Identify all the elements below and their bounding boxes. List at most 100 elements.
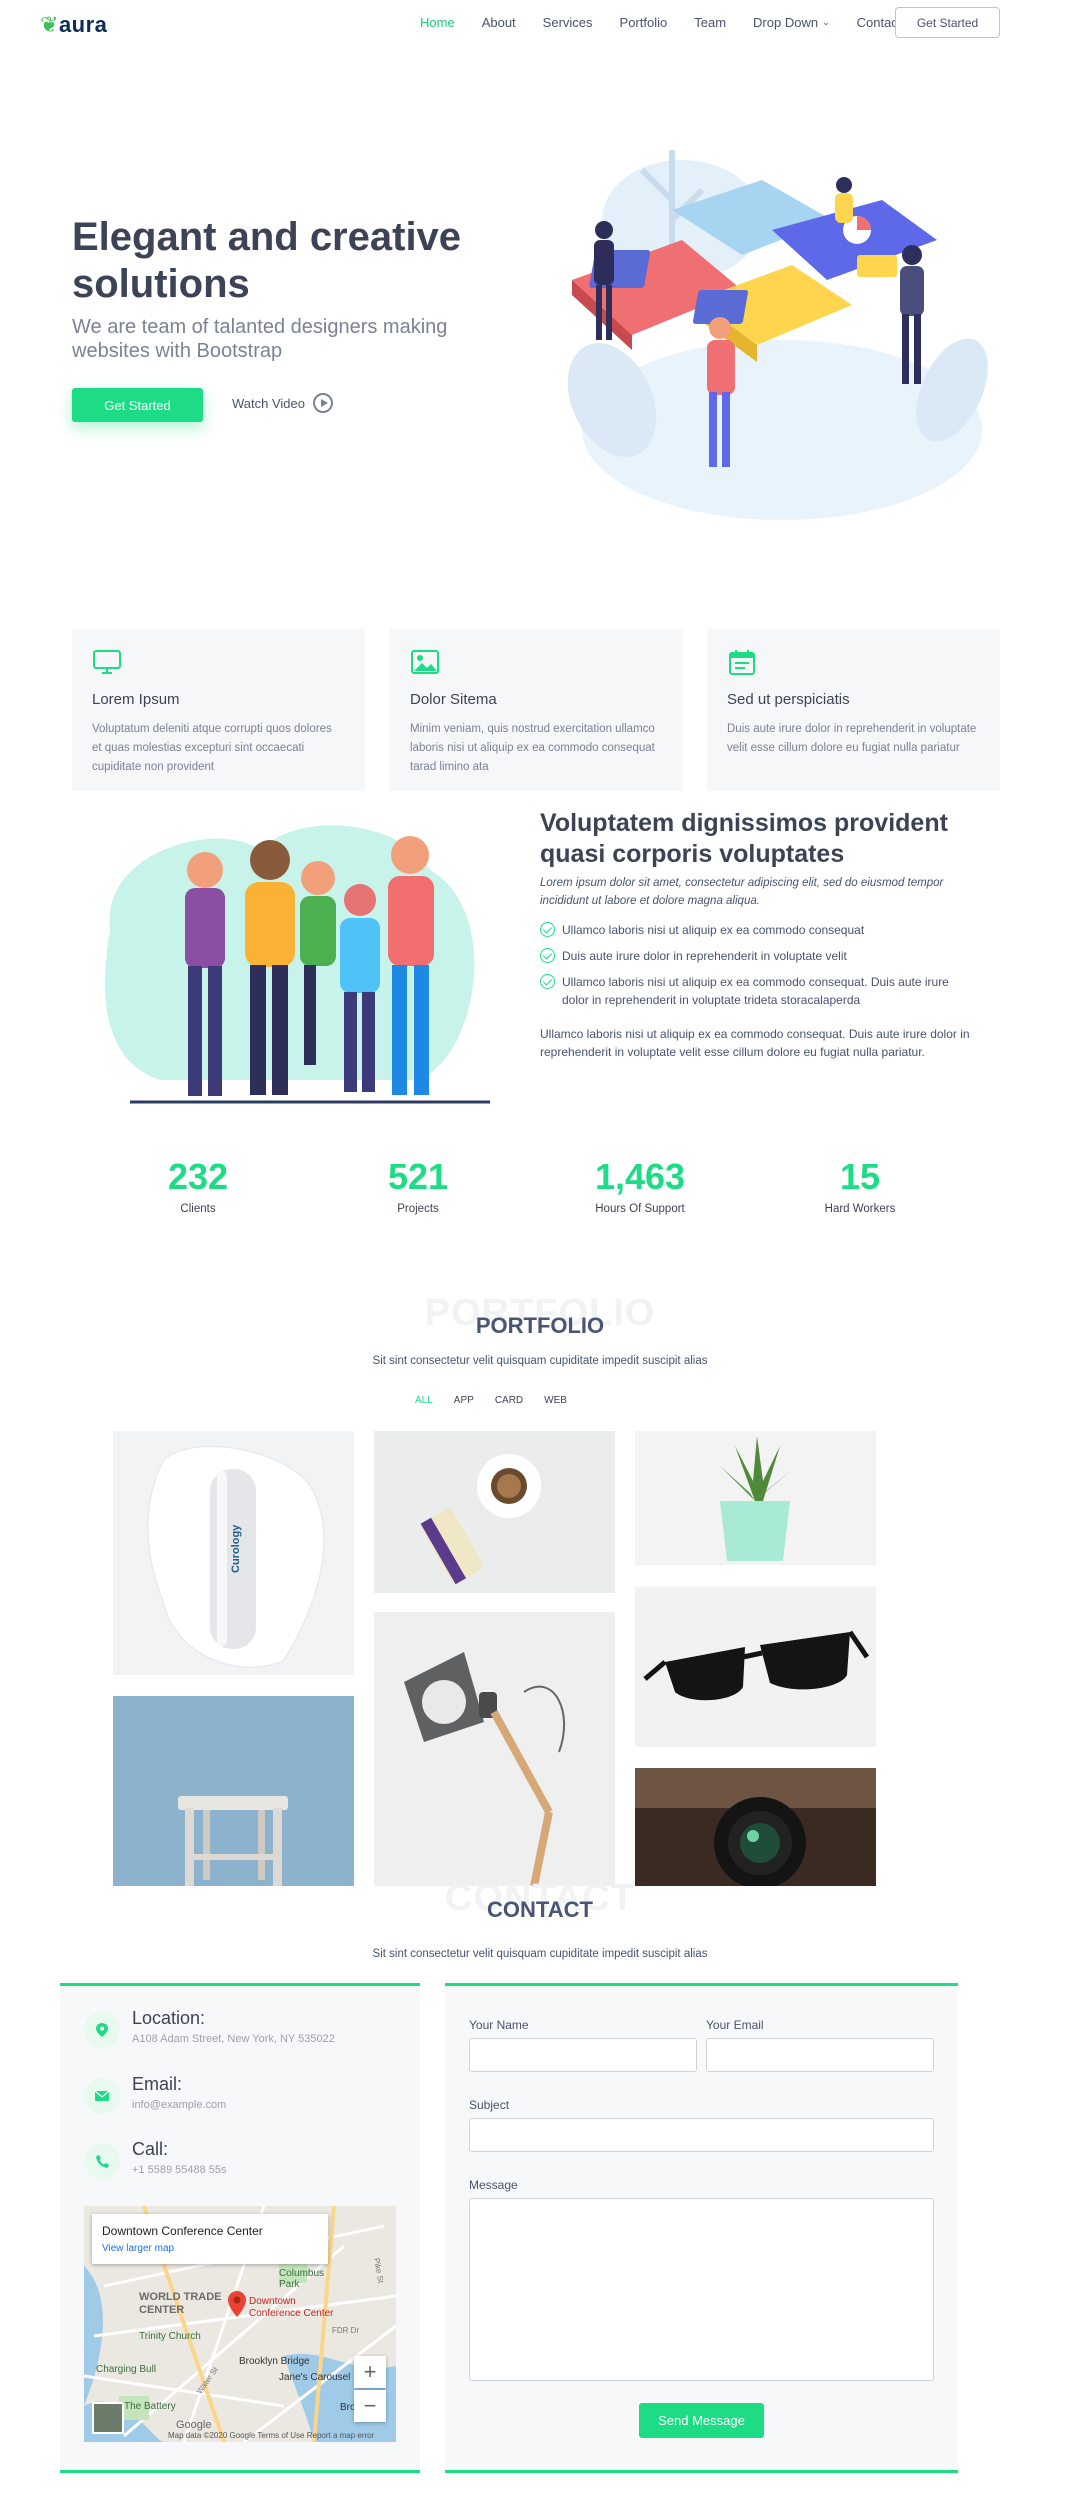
header-get-started-button[interactable]: Get Started (895, 7, 1000, 38)
portfolio-item[interactable]: Curology (113, 1431, 354, 1675)
filter-app[interactable]: APP (454, 1395, 474, 1406)
count-item: 15 Hard Workers (780, 1155, 940, 1215)
portfolio-item[interactable] (635, 1587, 876, 1747)
portfolio-item[interactable] (374, 1612, 615, 1886)
portfolio-filters: ALL APP CARD WEB (415, 1395, 567, 1406)
site-header: ❦aura Home About Services Portfolio Team… (0, 0, 1080, 48)
call-title: Call: (132, 2139, 169, 2159)
message-label: Message (469, 2178, 518, 2192)
filter-web[interactable]: WEB (544, 1395, 567, 1406)
name-input[interactable] (469, 2038, 697, 2072)
map-label: Columbus Park (279, 2268, 325, 2290)
monitor-icon (93, 650, 121, 674)
plant-image (635, 1431, 876, 1565)
portfolio-item[interactable] (374, 1431, 615, 1593)
nav-home[interactable]: Home (420, 15, 455, 30)
map-label: Jane's Carousel (279, 2372, 351, 2383)
nav-about[interactable]: About (482, 15, 516, 30)
phone-value[interactable]: +1 5589 55488 55s (132, 2164, 227, 2176)
location-value: A108 Adam Street, New York, NY 535022 (132, 2033, 335, 2045)
count-item: 232 Clients (118, 1155, 278, 1215)
nav-dropdown-label: Drop Down (753, 15, 819, 30)
lamp-image (374, 1612, 615, 1886)
contact-title: CONTACT (487, 1897, 593, 1922)
feature-desc: Duis aute irure dolor in reprehenderit i… (727, 723, 977, 754)
play-icon (313, 393, 333, 413)
view-larger-map-link[interactable]: View larger map (102, 2243, 174, 2254)
send-message-button[interactable]: Send Message (639, 2403, 764, 2438)
email-input[interactable] (706, 2038, 934, 2072)
portfolio-item[interactable] (635, 1768, 876, 1886)
logo-text: aura (58, 12, 108, 37)
envelope-icon (84, 2078, 120, 2114)
map-label: The Battery (124, 2401, 176, 2412)
hero-title: Elegant and creative solutions (72, 215, 462, 306)
map-pin-label: Downtown Conference Center (249, 2296, 334, 2319)
name-label: Your Name (469, 2018, 529, 2032)
check-circle-icon (540, 922, 555, 937)
hero-illustration (567, 150, 988, 520)
subject-label: Subject (469, 2098, 510, 2112)
nav-team[interactable]: Team (694, 15, 726, 30)
feature-title: Dolor Sitema (410, 691, 497, 708)
logo[interactable]: ❦aura (40, 12, 107, 38)
leaf-icon: ❦ (40, 12, 59, 37)
message-textarea[interactable] (469, 2198, 934, 2381)
hero-get-started-button[interactable]: Get Started (72, 388, 203, 422)
nav-services[interactable]: Services (543, 15, 593, 30)
nav-dropdown[interactable]: Drop Down ⌄ (753, 15, 830, 30)
check-circle-icon (540, 974, 555, 989)
email-title: Email: (132, 2074, 183, 2094)
check-text: Ullamco laboris nisi ut aliquip ex ea co… (562, 975, 949, 1007)
check-text: Duis aute irure dolor in reprehenderit i… (562, 949, 847, 963)
map-footer: Map data ©2020 Google Terms of Use Repor… (168, 2431, 375, 2440)
count-label: Projects (397, 1203, 439, 1215)
coffee-image (374, 1431, 615, 1593)
feature-card: Sed ut perspiciatis Duis aute irure dolo… (707, 629, 1000, 791)
location-title: Location: (132, 2008, 206, 2028)
map-place-name: Downtown Conference Center (102, 2224, 263, 2238)
phone-icon (84, 2143, 120, 2179)
count-number: 232 (167, 1156, 229, 1197)
count-number: 15 (839, 1156, 881, 1197)
count-item: 1,463 Hours Of Support (560, 1155, 720, 1215)
filter-card[interactable]: CARD (495, 1395, 523, 1406)
email-label: Your Email (706, 2018, 764, 2032)
main-nav: Home About Services Portfolio Team Drop … (420, 15, 928, 30)
feature-title: Lorem Ipsum (92, 691, 180, 708)
email-value[interactable]: info@example.com (132, 2099, 226, 2111)
count-number: 521 (387, 1156, 449, 1197)
map-pin-marker-icon (228, 2291, 246, 2317)
stool-image (113, 1696, 354, 1886)
subject-input[interactable] (469, 2118, 934, 2152)
calendar-icon (729, 650, 755, 675)
feature-desc: Minim veniam, quis nostrud exercitation … (410, 723, 655, 773)
map-label: FDR Dr (332, 2326, 360, 2335)
map-label: Brooklyn Bridge (239, 2356, 310, 2367)
map-label: WORLD TRADE CENTER (139, 2291, 222, 2316)
satellite-toggle[interactable] (92, 2402, 124, 2434)
about-title: Voluptatem dignissimos provident quasi c… (540, 809, 948, 868)
feature-title: Sed ut perspiciatis (727, 691, 850, 708)
map-pin-icon (84, 2012, 120, 2048)
count-label: Clients (180, 1203, 216, 1215)
check-item: Duis aute irure dolor in reprehenderit i… (540, 947, 970, 965)
portfolio-item[interactable] (635, 1431, 876, 1565)
zoom-in-button[interactable]: + (354, 2356, 386, 2388)
contact-subtitle: Sit sint consectetur velit quisquam cupi… (372, 1948, 708, 1960)
map-label: Charging Bull (96, 2364, 157, 2375)
google-map[interactable]: Downtown Conference Center View larger m… (84, 2206, 396, 2442)
zoom-out-button[interactable]: − (354, 2390, 386, 2422)
nav-portfolio[interactable]: Portfolio (620, 15, 668, 30)
feature-desc: Voluptatum deleniti atque corrupti quos … (92, 723, 332, 773)
filter-all[interactable]: ALL (415, 1395, 433, 1406)
portfolio-item[interactable] (113, 1696, 354, 1886)
watch-video-link[interactable]: Watch Video (232, 393, 333, 413)
hero-subtitle: We are team of talanted designers making… (72, 316, 448, 362)
map-label: Trinity Church (139, 2331, 201, 2342)
chevron-down-icon: ⌄ (822, 17, 830, 27)
team-illustration (105, 825, 490, 1104)
about-paragraph: Ullamco laboris nisi ut aliquip ex ea co… (540, 1027, 970, 1059)
check-item: Ullamco laboris nisi ut aliquip ex ea co… (540, 973, 970, 1009)
google-logo: Google (176, 2419, 212, 2431)
